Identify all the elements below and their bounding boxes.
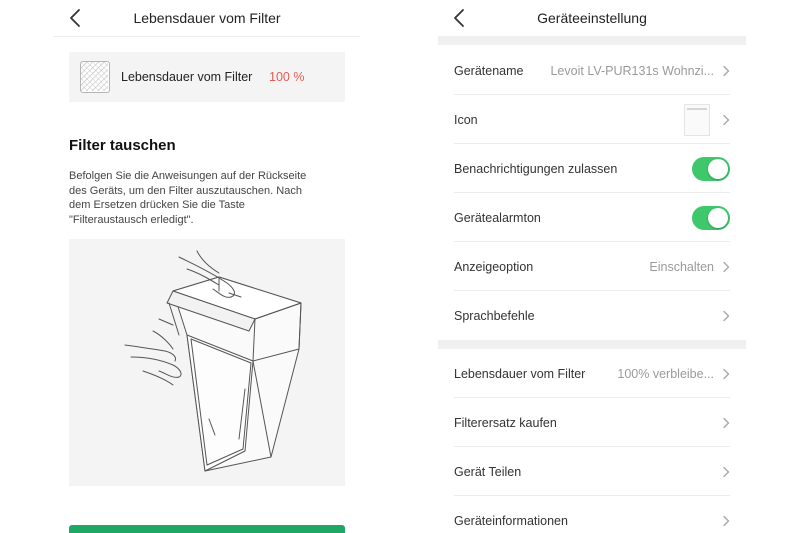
row-label: Gerätealarmton bbox=[454, 210, 541, 225]
row-label: Sprachbefehle bbox=[454, 308, 535, 323]
row-label: Gerätename bbox=[454, 63, 524, 78]
row-label: Filterersatz kaufen bbox=[454, 415, 557, 430]
row-label: Geräteinformationen bbox=[454, 513, 568, 528]
row-label: Benachrichtigungen zulassen bbox=[454, 161, 618, 176]
chevron-right-icon bbox=[722, 417, 730, 429]
row-label: Gerät Teilen bbox=[454, 464, 522, 479]
row-value: Levoit LV-PUR131s Wohnzi... bbox=[550, 63, 714, 78]
chevron-right-icon bbox=[722, 114, 730, 126]
nav-bar: Lebensdauer vom Filter bbox=[54, 0, 360, 36]
settings-row-voice-commands[interactable]: Sprachbefehle bbox=[438, 291, 746, 340]
row-label: Icon bbox=[454, 112, 478, 127]
settings-row-icon[interactable]: Icon bbox=[438, 95, 746, 144]
filter-replacement-illustration bbox=[69, 239, 345, 486]
settings-row-device-name[interactable]: Gerätename Levoit LV-PUR131s Wohnzi... bbox=[438, 46, 746, 95]
instructions-text: Befolgen Sie die Anweisungen auf der Rüc… bbox=[69, 170, 307, 226]
page-title: Geräteeinstellung bbox=[537, 10, 647, 26]
settings-row-notifications: Benachrichtigungen zulassen bbox=[438, 144, 746, 193]
section-gap bbox=[438, 36, 746, 45]
settings-row-display-option[interactable]: Anzeigeoption Einschalten bbox=[438, 242, 746, 291]
chevron-right-icon bbox=[722, 515, 730, 527]
settings-row-filter-life[interactable]: Lebensdauer vom Filter 100% verbleibe... bbox=[438, 349, 746, 398]
row-label: Lebensdauer vom Filter bbox=[454, 366, 586, 381]
chevron-right-icon bbox=[722, 368, 730, 380]
section-title: Filter tauschen bbox=[69, 137, 176, 154]
nav-bar: Geräteeinstellung bbox=[438, 0, 746, 36]
settings-row-alarm-tone: Gerätealarmton bbox=[438, 193, 746, 242]
notifications-toggle[interactable] bbox=[692, 156, 730, 181]
alarm-tone-toggle[interactable] bbox=[692, 205, 730, 230]
chevron-right-icon bbox=[722, 310, 730, 322]
filter-replacement-done-button[interactable] bbox=[69, 525, 345, 533]
divider bbox=[54, 36, 360, 37]
filter-life-screen: Lebensdauer vom Filter Lebensdauer vom F… bbox=[54, 0, 360, 533]
section-gap bbox=[438, 340, 746, 349]
row-value: Einschalten bbox=[649, 259, 714, 274]
settings-row-device-info[interactable]: Geräteinformationen bbox=[438, 496, 746, 533]
settings-row-share-device[interactable]: Gerät Teilen bbox=[438, 447, 746, 496]
filter-life-label: Lebensdauer vom Filter bbox=[121, 70, 253, 84]
chevron-right-icon bbox=[722, 466, 730, 478]
settings-row-buy-filter[interactable]: Filterersatz kaufen bbox=[438, 398, 746, 447]
row-value: 100% verbleibe... bbox=[617, 366, 714, 381]
row-label: Anzeigeoption bbox=[454, 259, 534, 274]
device-thumbnail-icon bbox=[684, 103, 710, 136]
device-settings-screen: Geräteeinstellung Gerätename Levoit LV-P… bbox=[438, 0, 746, 533]
page-title: Lebensdauer vom Filter bbox=[133, 10, 281, 26]
filter-life-percent: 100 % bbox=[269, 70, 305, 84]
filter-icon bbox=[80, 61, 110, 93]
chevron-right-icon bbox=[722, 65, 730, 77]
filter-life-card: Lebensdauer vom Filter 100 % bbox=[69, 52, 345, 102]
chevron-right-icon bbox=[722, 261, 730, 273]
